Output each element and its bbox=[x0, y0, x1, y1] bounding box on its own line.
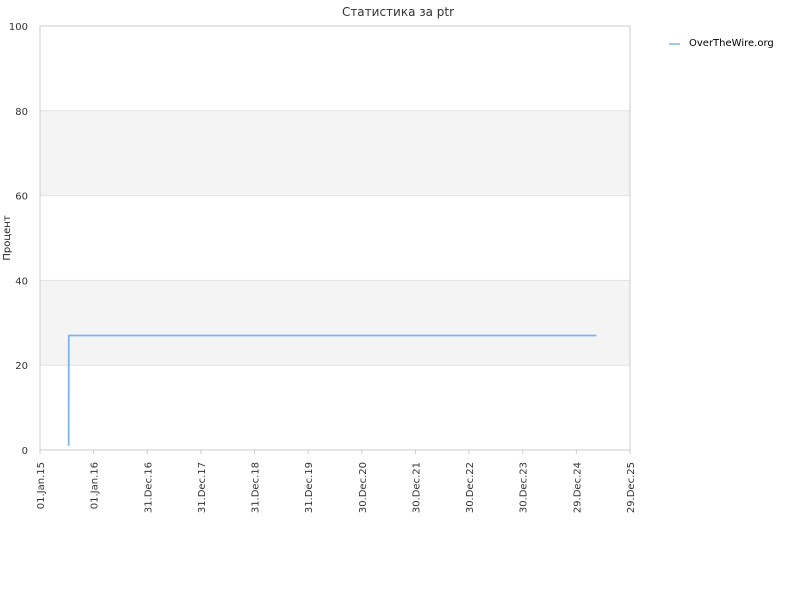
x-tick-label: 31.Dec.18 bbox=[251, 462, 262, 513]
y-tick-label: 100 bbox=[9, 22, 28, 33]
y-tick-label: 20 bbox=[15, 361, 28, 372]
x-tick-label: 01.Jan.15 bbox=[36, 462, 47, 509]
y-tick-label: 0 bbox=[22, 446, 28, 457]
x-tick-label: 31.Dec.19 bbox=[304, 462, 315, 513]
chart-title: Статистика за ptr bbox=[342, 5, 454, 19]
x-tick-label: 30.Dec.23 bbox=[519, 462, 530, 513]
x-tick-label: 29.Dec.24 bbox=[572, 462, 583, 513]
y-tick-label: 80 bbox=[15, 107, 28, 118]
x-tick-label: 30.Dec.22 bbox=[465, 462, 476, 513]
x-tick-label: 30.Dec.21 bbox=[411, 462, 422, 513]
chart: Статистика за ptr 0 20 40 60 80 100 01.Jan.15… bbox=[0, 0, 800, 600]
legend-label[interactable]: OverTheWire.org bbox=[689, 38, 774, 49]
x-tick-label: 29.Dec.25 bbox=[626, 462, 637, 513]
y-tick-label: 60 bbox=[15, 192, 28, 203]
x-tick-label: 31.Dec.16 bbox=[143, 462, 154, 513]
x-tick-label: 01.Jan.16 bbox=[90, 462, 101, 509]
y-axis-title: Процент bbox=[2, 215, 13, 260]
y-tick-label: 40 bbox=[15, 276, 28, 287]
plot-band bbox=[40, 110, 630, 196]
x-tick-label: 30.Dec.20 bbox=[358, 462, 369, 513]
x-tick-label: 31.Dec.17 bbox=[197, 462, 208, 513]
plot-band bbox=[40, 280, 630, 366]
